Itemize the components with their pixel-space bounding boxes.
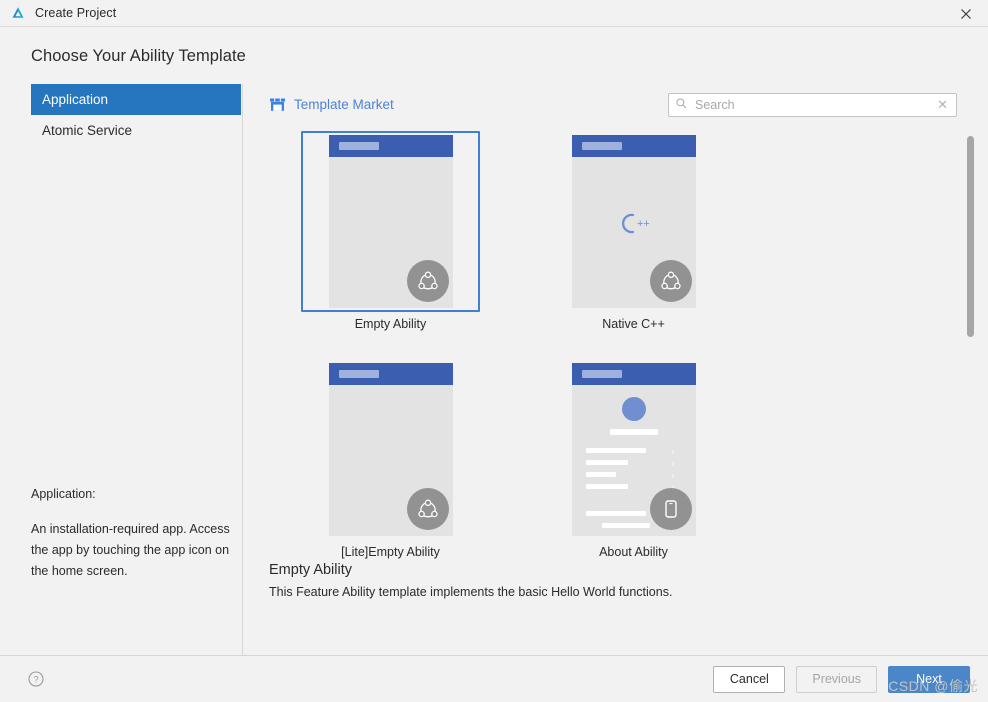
template-market-link[interactable]: Template Market: [269, 97, 394, 112]
previous-button: Previous: [796, 665, 877, 693]
ability-badge-icon: [406, 260, 449, 302]
svg-text:?: ?: [33, 675, 38, 686]
page-title: Choose Your Ability Template: [31, 47, 246, 65]
placeholder-bar: [585, 511, 646, 516]
template-card-about-ability[interactable]: › › › › About Ability: [512, 359, 755, 566]
sidebar-item-label: Application: [42, 92, 109, 107]
shop-icon: [269, 97, 286, 112]
placeholder-bar: [585, 472, 616, 477]
template-card-label: [Lite]Empty Ability: [341, 545, 440, 559]
template-details: Empty Ability This Feature Ability templ…: [269, 562, 988, 599]
sidebar-description-body: An installation-required app. Access the…: [31, 522, 230, 578]
template-card-lite-empty-ability[interactable]: [Lite]Empty Ability: [269, 359, 512, 566]
next-button[interactable]: Next: [888, 665, 970, 693]
placeholder-bar: [585, 460, 628, 465]
template-card-frame: [301, 359, 480, 540]
sidebar-item-atomic-service[interactable]: Atomic Service: [31, 115, 241, 146]
search-icon: [676, 96, 687, 114]
placeholder-bar: [609, 429, 658, 435]
sidebar: Application Atomic Service Application: …: [0, 84, 243, 655]
template-card-label: Native C++: [602, 317, 665, 331]
template-details-description: This Feature Ability template implements…: [269, 585, 673, 599]
thumbnail-header-bar: [328, 363, 453, 385]
template-grid-viewport: Empty Ability ++ Native C++ [Lite]Empty …: [269, 131, 988, 566]
window-title: Create Project: [35, 6, 117, 20]
thumbnail-header-bar: [571, 135, 696, 157]
cpp-glyph-icon: ++: [572, 211, 696, 235]
chevron-right-icon: ›: [671, 446, 675, 456]
phone-badge-icon: [649, 488, 692, 530]
template-card-empty-ability[interactable]: Empty Ability: [269, 131, 512, 359]
dialog-footer: ? Cancel Previous Next CSDN @偷光: [0, 655, 988, 702]
ability-badge-icon: [649, 260, 692, 302]
thumbnail-header-bar: [571, 363, 696, 385]
template-card-native-cpp[interactable]: ++ Native C++: [512, 131, 755, 359]
main-toolbar: Template Market ✕: [269, 84, 988, 125]
avatar: [621, 397, 646, 421]
scrollbar-thumb[interactable]: [967, 136, 974, 337]
placeholder-bar: [601, 523, 650, 528]
chevron-right-icon: ›: [671, 458, 675, 468]
template-card-label: About Ability: [599, 545, 668, 559]
create-project-dialog: Create Project Choose Your Ability Templ…: [0, 0, 988, 702]
help-circle-icon[interactable]: ?: [28, 671, 44, 687]
template-grid-scrollbar[interactable]: [967, 133, 974, 541]
thumbnail-header-bar: [328, 135, 453, 157]
svg-text:++: ++: [637, 218, 650, 230]
template-thumbnail: [328, 135, 453, 308]
dialog-body: Choose Your Ability Template Application…: [0, 27, 988, 655]
template-card-frame: [301, 131, 480, 312]
template-card-frame: ++: [544, 131, 723, 312]
template-grid: Empty Ability ++ Native C++ [Lite]Empty …: [269, 131, 957, 566]
template-card-frame: › › › ›: [544, 359, 723, 540]
template-market-label: Template Market: [294, 97, 394, 112]
ability-badge-icon: [406, 488, 449, 530]
cancel-button[interactable]: Cancel: [713, 665, 786, 693]
sidebar-description-lead: Application:: [31, 487, 96, 501]
sidebar-item-application[interactable]: Application: [31, 84, 241, 115]
template-thumbnail: › › › ›: [571, 363, 696, 536]
placeholder-bar: [585, 484, 628, 489]
template-thumbnail: [328, 363, 453, 536]
template-card-label: Empty Ability: [354, 317, 427, 331]
footer-buttons: Cancel Previous Next: [713, 665, 970, 693]
chevron-right-icon: ›: [671, 470, 675, 480]
sidebar-description: Application: An installation-required ap…: [31, 484, 231, 582]
deveco-logo-icon: [10, 5, 26, 21]
search-input[interactable]: [693, 96, 931, 113]
title-bar: Create Project: [0, 0, 988, 27]
sidebar-item-label: Atomic Service: [42, 123, 133, 138]
search-clear-icon[interactable]: ✕: [936, 98, 949, 111]
main-panel: Template Market ✕: [243, 84, 988, 655]
content-row: Application Atomic Service Application: …: [0, 84, 988, 655]
template-thumbnail: ++: [571, 135, 696, 308]
search-box[interactable]: ✕: [668, 92, 957, 117]
close-icon[interactable]: [943, 0, 988, 27]
placeholder-bar: [585, 448, 646, 453]
